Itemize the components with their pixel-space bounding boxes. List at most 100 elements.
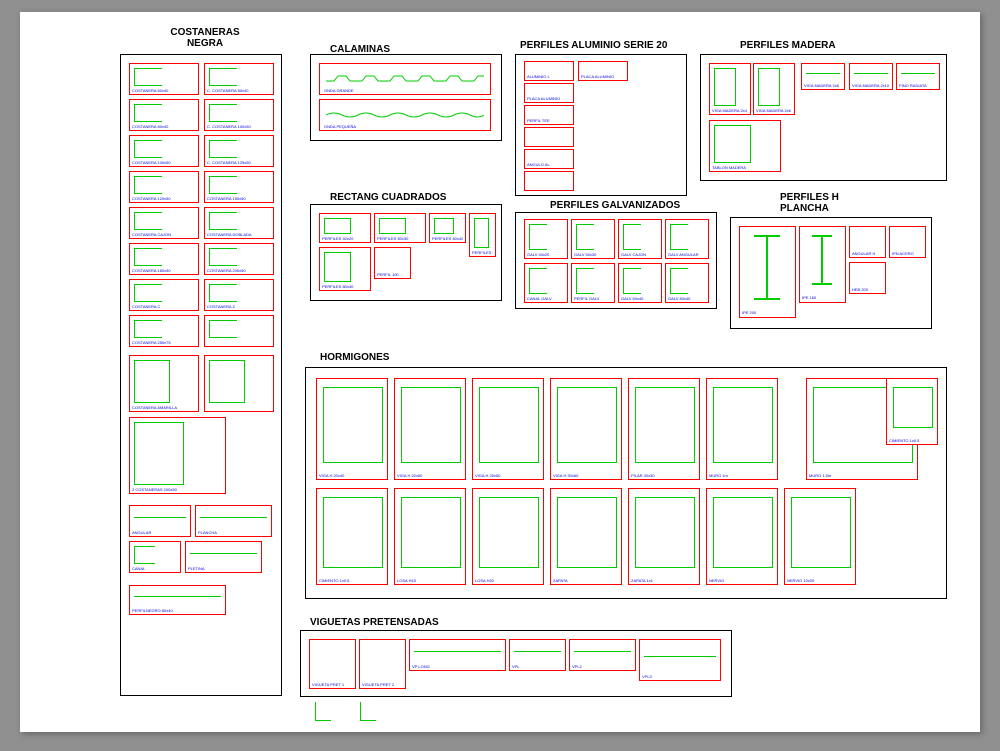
- block-label: VIGA H 25x50: [475, 473, 541, 478]
- ibeam-icon: [812, 235, 832, 285]
- c-profile-icon: [670, 224, 688, 250]
- detail-block: COSTANERA 80x40: [129, 99, 199, 131]
- slab-icon: [893, 387, 933, 428]
- block-label: VIGUETA PRET 1: [312, 682, 353, 687]
- slab-icon: [635, 497, 695, 568]
- line-icon: [644, 656, 716, 657]
- block-label: PERFILES 80x40: [322, 284, 368, 289]
- c-profile-icon: [134, 104, 162, 122]
- detail-block: GALV 40x20: [524, 219, 568, 259]
- detail-block: PERFILES CAJON: [469, 213, 496, 257]
- block-label: PILAR 30x30: [631, 473, 697, 478]
- rect-profile-icon: [209, 360, 245, 403]
- block-label: VIGA H 30x60: [553, 473, 619, 478]
- group-galvanizados: GALV 40x20GALV 50x30GALV CAJONGALV ANGUL…: [515, 212, 717, 309]
- detail-block: VIGA MADERA 2x8: [801, 63, 845, 90]
- block-label: COSTANERA 100x50: [132, 160, 196, 165]
- rect-profile-icon: [134, 422, 184, 485]
- block-label: COSTANERA 80x40: [132, 124, 196, 129]
- rect-profile-icon: [714, 68, 736, 106]
- block-label: LOSA H20: [475, 578, 541, 583]
- detail-block: COSTANERA 60x40: [129, 63, 199, 95]
- detail-block: ANGULO AL: [524, 149, 574, 169]
- block-label: PERFILES 50x30: [377, 236, 423, 241]
- detail-block: COSTANERA 200x50: [204, 243, 274, 275]
- detail-block: VIGUETA PRET 1: [309, 639, 356, 689]
- block-label: VIGA MADERA 2x10: [852, 83, 890, 88]
- rect-profile-icon: [134, 360, 170, 403]
- block-label: PLETINA: [188, 566, 259, 571]
- slab-icon: [713, 387, 773, 463]
- detail-block: COSTANERA CAJON: [129, 207, 199, 239]
- ibeam-icon: [754, 235, 780, 300]
- c-profile-icon: [209, 248, 237, 266]
- detail-block: PERFILES 50x30: [374, 213, 426, 243]
- c-profile-icon: [209, 68, 237, 86]
- block-label: COSTANERA Z: [207, 304, 271, 309]
- detail-block: VPL3: [639, 639, 721, 681]
- block-label: GALV 80x40: [668, 296, 706, 301]
- detail-block: C. COSTANERA 80x40: [204, 63, 274, 95]
- c-profile-icon: [209, 140, 237, 158]
- detail-block: [204, 355, 274, 412]
- block-label: NERVIO 10x20: [787, 578, 853, 583]
- block-label: 2 COSTANERAS 100x50: [132, 487, 223, 492]
- detail-block: PILAR 30x30: [628, 378, 700, 480]
- detail-block: PERFILNEGRO 80x40: [129, 585, 226, 615]
- detail-block: PERFIL 100: [374, 247, 411, 279]
- block-label: COSTANERA DOBLADA: [207, 232, 271, 237]
- rect-profile-icon: [714, 125, 751, 163]
- detail-block: ALUMINIO L: [524, 61, 574, 81]
- rect-profile-icon: [379, 218, 406, 234]
- block-label: VIGUETA PRET 2: [362, 682, 403, 687]
- detail-block: PLACA ALUMINIO: [524, 83, 574, 103]
- detail-block: VPL2: [569, 639, 636, 671]
- slab-icon: [791, 497, 851, 568]
- wave-icon: [326, 70, 484, 78]
- block-label: COSTANERA 180x50: [132, 268, 196, 273]
- block-label: VIGA H 20x50: [397, 473, 463, 478]
- detail-block: PERFIL TEE: [524, 105, 574, 125]
- detail-block: COSTANERA DOBLADA: [204, 207, 274, 239]
- block-label: ANGULAR: [132, 530, 188, 535]
- line-icon: [514, 651, 561, 652]
- detail-block: VP LONG: [409, 639, 506, 671]
- detail-block: PLANCHA: [195, 505, 272, 537]
- block-label: COSTANERA AMARILLA: [132, 405, 196, 410]
- detail-block: ANGULAR: [129, 505, 191, 537]
- block-label: VPL2: [572, 664, 633, 669]
- block-label: CIMIENTO 1x0.5: [319, 578, 385, 583]
- detail-block: COSTANERA 100x50: [129, 135, 199, 167]
- detail-block: ZAPATA: [550, 488, 622, 585]
- title-aluminio: PERFILES ALUMINIO SERIE 20: [520, 40, 667, 51]
- label: IPE 200: [742, 310, 756, 315]
- block-label: COSTANERA 120x50: [132, 196, 196, 201]
- group-madera: VIGA MADERA 2x4VIGA MADERA 2x6VIGA MADER…: [700, 54, 947, 181]
- line-icon: [200, 517, 267, 518]
- detail-block: GALV 60x40: [618, 263, 662, 303]
- block-ipe2: IPE 160: [799, 226, 846, 303]
- label: ONDA PEQUEÑA: [324, 124, 356, 129]
- c-profile-icon: [134, 248, 162, 266]
- label: IPE 160: [802, 295, 816, 300]
- detail-block: COSTANERA 180x50: [129, 243, 199, 275]
- block-label: PERFILES 40x20: [322, 236, 368, 241]
- group-costaneras: COSTANERA 60x40C. COSTANERA 80x40 COSTANE…: [120, 54, 282, 696]
- title-galvanizados: PERFILES GALVANIZADOS: [550, 200, 680, 211]
- block-label: GALV 50x30: [574, 252, 612, 257]
- slab-icon: [479, 387, 539, 463]
- c-profile-icon: [529, 268, 547, 294]
- group-calaminas: ONDA GRANDE ONDA PEQUEÑA: [310, 54, 502, 141]
- line-icon: [134, 596, 221, 597]
- rect-profile-icon: [758, 68, 780, 106]
- block-label: PLACA ALUMINIO: [581, 74, 625, 79]
- detail-block: VIGA H 30x60: [550, 378, 622, 480]
- loose-profile-icon: [315, 702, 331, 721]
- slab-icon: [557, 387, 617, 463]
- c-profile-icon: [134, 176, 162, 194]
- slab-icon: [323, 387, 383, 463]
- block-label: VIGA MADERA 2x4: [712, 108, 748, 113]
- loose-profile-icon: [360, 702, 376, 721]
- block-label: PERFIL GALV: [574, 296, 612, 301]
- detail-block: VIGA MADERA 2x6: [753, 63, 795, 115]
